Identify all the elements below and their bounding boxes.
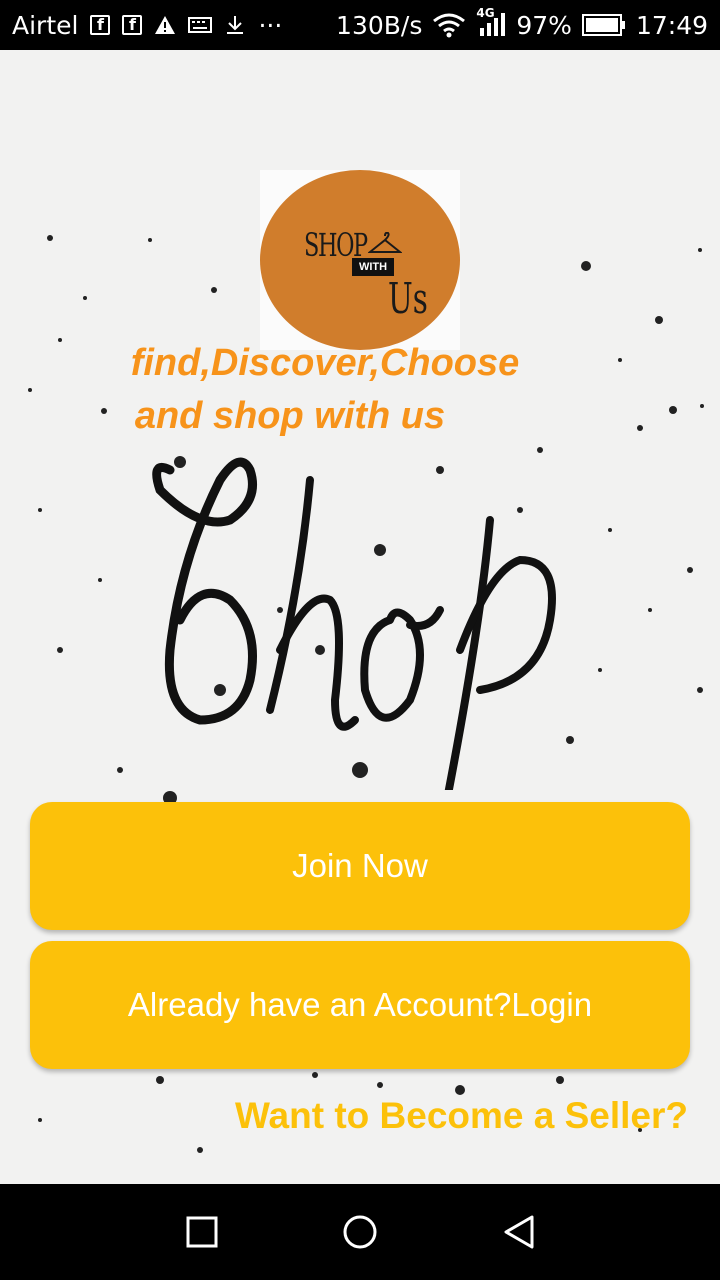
more-icon: ··· <box>258 10 283 40</box>
warning-icon <box>154 15 176 35</box>
home-icon[interactable] <box>340 1212 380 1252</box>
keyboard-icon <box>188 16 213 34</box>
back-icon[interactable] <box>500 1212 540 1252</box>
login-button[interactable]: Already have an Account?Login <box>30 941 690 1069</box>
battery-icon <box>581 14 626 36</box>
logo-text-us: Us <box>388 274 428 323</box>
app-logo: SHOP WITH Us <box>260 170 460 350</box>
download-icon <box>224 14 246 36</box>
become-seller-link[interactable]: Want to Become a Seller? <box>235 1095 688 1137</box>
network-type: 4G <box>476 6 495 20</box>
status-bar-right: 130B/s 4G 97% 17:49 <box>336 0 708 50</box>
hanger-icon <box>368 232 402 253</box>
tagline-line-1: find,Discover,Choose <box>130 342 520 384</box>
join-now-button[interactable]: Join Now <box>30 802 690 930</box>
signal-icon: 4G <box>476 6 506 38</box>
navigation-bar <box>0 1184 720 1280</box>
carrier-label: Airtel <box>12 10 79 40</box>
facebook-icon: f <box>122 15 143 35</box>
status-bar: Airtel f f ··· 130B/s 4G 97% 17:49 <box>0 0 720 50</box>
recent-apps-icon[interactable] <box>182 1212 222 1252</box>
clock: 17:49 <box>635 10 708 40</box>
net-speed: 130B/s <box>336 10 423 40</box>
wifi-icon <box>432 12 466 38</box>
battery-percent: 97% <box>516 10 572 40</box>
shop-script-artwork <box>152 457 556 790</box>
welcome-screen: SHOP WITH Us find,Discover,Choose and sh… <box>0 50 720 1184</box>
status-bar-left: Airtel f f ··· <box>12 0 282 50</box>
tagline-line-2: and shop with us <box>134 395 446 437</box>
facebook-icon: f <box>90 15 111 35</box>
